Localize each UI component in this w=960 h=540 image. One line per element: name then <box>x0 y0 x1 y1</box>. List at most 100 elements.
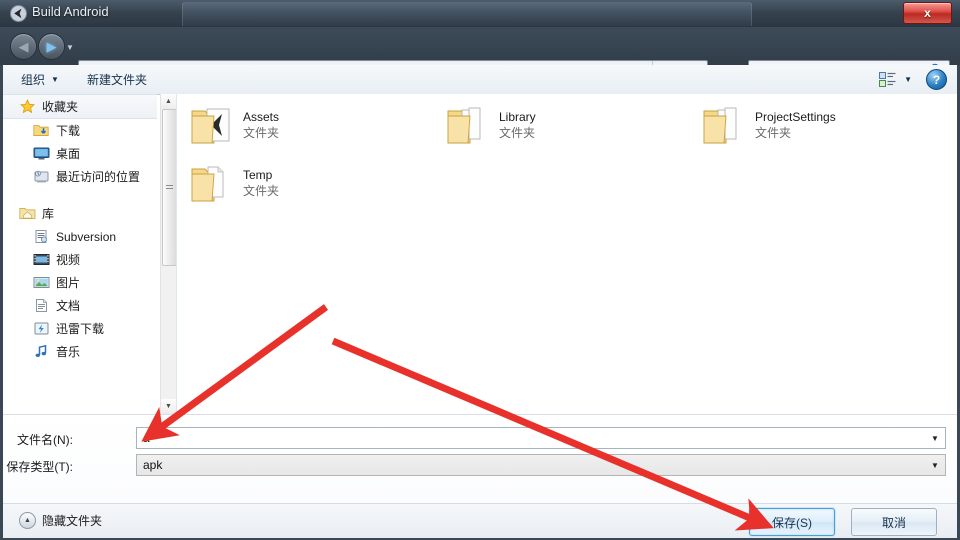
file-type: 文件夹 <box>243 126 280 140</box>
close-icon: x <box>924 6 931 20</box>
desktop-icon <box>33 146 50 161</box>
dialog-footer: ▲ 隐藏文件夹 保存(S) 取消 <box>3 503 957 538</box>
file-type: 文件夹 <box>755 126 792 140</box>
chevron-up-circle-icon: ▲ <box>19 512 36 529</box>
sidebar-item-desktop[interactable]: 桌面 <box>3 142 157 165</box>
sidebar-item-videos[interactable]: 视频 <box>3 248 157 271</box>
toolbar-right-group: ▼ ? <box>879 65 947 94</box>
list-item[interactable]: ProjectSettings 文件夹 <box>701 104 836 148</box>
sidebar-label-downloads: 下载 <box>56 124 81 138</box>
file-list[interactable]: Assets 文件夹 Library 文件夹 ProjectSettings 文… <box>177 94 957 414</box>
form-fields: 文件名(N): a ▼ 保存类型(T): apk ▼ <box>3 414 957 504</box>
folder-icon <box>445 104 491 148</box>
subversion-icon <box>33 229 50 244</box>
arrow-right-icon: ▶ <box>46 39 57 54</box>
hide-folders-label: 隐藏文件夹 <box>42 514 103 528</box>
sidebar-label-favorites: 收藏夹 <box>42 100 79 114</box>
sidebar-item-downloads[interactable]: 下载 <box>3 119 157 142</box>
filetype-select[interactable]: apk ▼ <box>136 454 946 476</box>
file-type: 文件夹 <box>499 126 536 140</box>
sidebar-label-music: 音乐 <box>56 345 81 359</box>
save-button[interactable]: 保存(S) <box>749 508 835 536</box>
chevron-down-icon[interactable]: ▼ <box>925 434 945 443</box>
thunder-download-icon <box>33 321 50 336</box>
list-item-text: ProjectSettings 文件夹 <box>755 104 836 141</box>
folder-icon <box>189 162 235 206</box>
sidebar-item-documents[interactable]: 文档 <box>3 294 157 317</box>
close-button[interactable]: x <box>903 2 952 24</box>
sidebar-label-videos: 视频 <box>56 253 81 267</box>
navigation-bar: ◀ ▶ ▼ ▶ Test ▶ ▼ <box>0 27 960 84</box>
organize-label: 组织 <box>21 73 46 87</box>
history-dropdown-icon[interactable]: ▼ <box>66 43 74 52</box>
document-icon <box>33 298 50 313</box>
sidebar-label-documents: 文档 <box>56 299 81 313</box>
sidebar-label-recent-places: 最近访问的位置 <box>56 170 141 184</box>
sidebar-item-favorites[interactable]: 收藏夹 <box>3 94 157 119</box>
file-name: Temp <box>243 168 273 182</box>
filetype-label: 保存类型(T): <box>6 460 73 474</box>
list-item[interactable]: Assets 文件夹 <box>189 104 279 148</box>
view-mode-icon[interactable] <box>879 72 896 87</box>
sidebar-item-pictures[interactable]: 图片 <box>3 271 157 294</box>
sidebar-label-subversion: Subversion <box>56 229 117 244</box>
filename-input[interactable]: a ▼ <box>136 427 946 449</box>
list-item-text: Library 文件夹 <box>499 104 536 141</box>
back-button[interactable]: ◀ <box>10 33 37 60</box>
list-item[interactable]: Temp 文件夹 <box>189 162 279 206</box>
file-name: Assets <box>243 110 280 124</box>
command-toolbar: 组织 ▼ 新建文件夹 ▼ ? <box>3 65 957 95</box>
file-type: 文件夹 <box>243 184 280 198</box>
hide-folders-button[interactable]: ▲ 隐藏文件夹 <box>19 512 102 529</box>
save-label: 保存(S) <box>772 515 812 530</box>
folder-unity-icon <box>189 104 235 148</box>
help-icon[interactable]: ? <box>926 69 947 90</box>
scroll-down-icon[interactable]: ▼ <box>161 399 176 414</box>
sidebar-item-subversion[interactable]: Subversion <box>3 225 157 248</box>
new-folder-button[interactable]: 新建文件夹 <box>87 71 147 88</box>
view-mode-dropdown-icon[interactable]: ▼ <box>904 75 912 84</box>
chevron-down-icon[interactable]: ▼ <box>925 461 945 470</box>
new-folder-label: 新建文件夹 <box>86 73 147 87</box>
filename-value: a <box>143 431 150 445</box>
navigation-pane[interactable]: 收藏夹 下载 桌面 最近访问的位置 库 Subversion 视频 图片 文档 … <box>3 94 157 414</box>
sidebar-scrollbar[interactable]: ▲ ▼ <box>160 94 177 414</box>
title-bar: Build Android x <box>0 0 960 28</box>
list-item[interactable]: Library 文件夹 <box>445 104 536 148</box>
unity-icon <box>10 5 27 22</box>
picture-icon <box>33 275 50 290</box>
scrollbar-thumb[interactable] <box>162 109 177 266</box>
sidebar-item-libraries[interactable]: 库 <box>3 202 157 225</box>
forward-button[interactable]: ▶ <box>38 33 65 60</box>
sidebar-item-thunder-download[interactable]: 迅雷下载 <box>3 317 157 340</box>
cancel-button[interactable]: 取消 <box>851 508 937 536</box>
scroll-up-icon[interactable]: ▲ <box>161 94 176 109</box>
file-name: Library <box>499 110 536 124</box>
save-file-dialog: Build Android x ◀ ▶ ▼ ▶ Test ▶ ▼ <box>0 0 960 540</box>
downloads-icon <box>33 123 50 138</box>
cancel-label: 取消 <box>881 515 906 530</box>
organize-menu-button[interactable]: 组织 ▼ <box>21 71 59 88</box>
video-icon <box>33 252 50 267</box>
scrollbar-grip <box>166 184 173 191</box>
sidebar-label-pictures: 图片 <box>56 276 81 290</box>
folder-icon <box>701 104 747 148</box>
music-icon <box>33 344 50 359</box>
list-item-text: Temp 文件夹 <box>243 162 279 199</box>
star-icon <box>19 99 36 114</box>
recent-places-icon <box>33 169 50 184</box>
sidebar-label-thunder-download: 迅雷下载 <box>56 322 105 336</box>
chevron-down-icon: ▼ <box>51 75 59 84</box>
window-title: Build Android <box>32 4 109 19</box>
help-label: ? <box>932 72 941 87</box>
arrow-left-icon: ◀ <box>18 39 29 54</box>
dialog-body: 组织 ▼ 新建文件夹 ▼ ? 收藏夹 下载 桌面 最近访问的位置 库 Subve… <box>0 65 960 540</box>
file-name: ProjectSettings <box>755 110 836 124</box>
filename-label: 文件名(N): <box>17 433 73 447</box>
sidebar-item-recent-places[interactable]: 最近访问的位置 <box>3 165 157 188</box>
filetype-value: apk <box>143 458 163 472</box>
sidebar-item-music[interactable]: 音乐 <box>3 340 157 363</box>
library-icon <box>19 206 36 221</box>
title-bar-glass <box>182 2 752 26</box>
